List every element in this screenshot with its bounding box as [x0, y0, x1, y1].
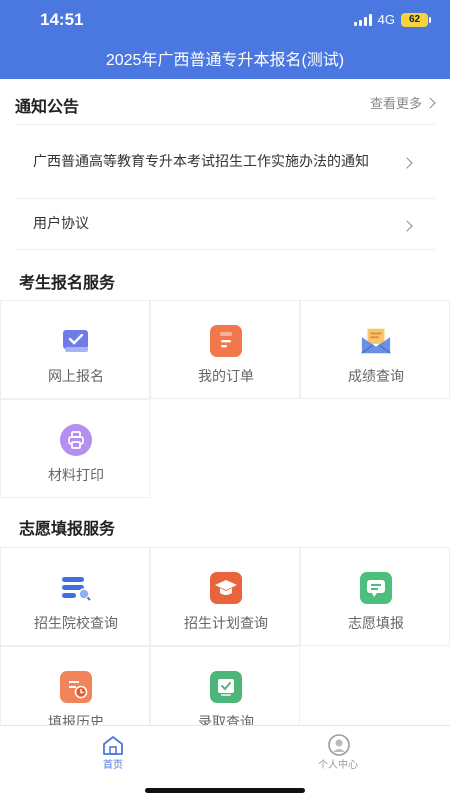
- view-more-label: 查看更多: [369, 97, 422, 112]
- notice-item-text: 用户协议: [33, 216, 89, 232]
- view-more-link[interactable]: 查看更多: [369, 93, 436, 112]
- user-center-icon: [326, 734, 350, 756]
- score-envelope-icon: [360, 325, 392, 357]
- status-indicators: 4G 62: [353, 12, 431, 27]
- service-admission-query[interactable]: 录取查询: [150, 646, 300, 725]
- volunteer-services-title: 志愿填报服务: [19, 519, 116, 538]
- home-icon: [101, 734, 125, 756]
- graduation-cap-icon: [210, 572, 242, 604]
- tab-label: 个人中心: [318, 760, 358, 771]
- service-label: 志愿填报: [348, 616, 404, 632]
- service-label: 录取查询: [198, 715, 254, 725]
- service-my-order[interactable]: 我的订单: [150, 300, 300, 399]
- service-label: 成绩查询: [348, 369, 404, 385]
- print-icon: [60, 424, 92, 456]
- service-score-query[interactable]: 成绩查询: [300, 300, 450, 399]
- exam-services-grid: 网上报名 我的订单 成绩查询 材料打印: [0, 300, 450, 498]
- tab-label: 首页: [103, 760, 123, 771]
- online-register-icon: [60, 325, 92, 357]
- chevron-right-icon: [401, 219, 413, 232]
- school-search-icon: [60, 572, 92, 604]
- service-volunteer-fill[interactable]: 志愿填报: [300, 547, 450, 646]
- history-icon: [60, 671, 92, 703]
- service-school-search[interactable]: 招生院校查询: [0, 547, 150, 646]
- notice-item[interactable]: 广西普通高等教育专升本考试招生工作实施办法的通知: [15, 124, 435, 198]
- status-bar: 14:51 4G 62: [0, 0, 450, 40]
- notice-item-text: 广西普通高等教育专升本考试招生工作实施办法的通知: [33, 153, 369, 170]
- service-label: 网上报名: [48, 369, 104, 385]
- status-time: 14:51: [40, 10, 84, 29]
- order-icon: [210, 325, 242, 357]
- service-online-register[interactable]: 网上报名: [0, 300, 150, 399]
- chevron-right-icon: [401, 157, 413, 169]
- app-header: 14:51 4G 62 2025年广西普通专升本报名(测试): [0, 0, 450, 79]
- tab-home[interactable]: 首页: [58, 734, 168, 771]
- service-label: 填报历史: [48, 715, 104, 725]
- service-history[interactable]: 填报历史: [0, 646, 150, 725]
- service-label: 我的订单: [198, 369, 254, 385]
- chat-form-icon: [360, 572, 392, 604]
- service-label: 招生计划查询: [184, 616, 268, 632]
- home-indicator: [145, 788, 305, 793]
- battery-icon: 62: [401, 12, 431, 27]
- signal-icon: [353, 13, 372, 26]
- volunteer-services-grid: 招生院校查询 招生计划查询 志愿填报 填报历史 录取查询: [0, 547, 450, 725]
- service-label: 材料打印: [48, 468, 104, 484]
- service-label: 招生院校查询: [34, 616, 118, 632]
- page-title: 2025年广西普通专升本报名(测试): [105, 52, 345, 69]
- exam-services-title: 考生报名服务: [19, 273, 116, 292]
- service-enroll-plan[interactable]: 招生计划查询: [150, 547, 300, 646]
- notice-item[interactable]: 用户协议: [15, 198, 435, 250]
- notice-section-title: 通知公告: [15, 97, 80, 116]
- service-print[interactable]: 材料打印: [0, 399, 150, 498]
- chevron-right-icon: [424, 96, 436, 109]
- tab-user-center[interactable]: 个人中心: [283, 734, 393, 771]
- network-label: 4G: [377, 12, 395, 27]
- admission-check-icon: [210, 671, 242, 703]
